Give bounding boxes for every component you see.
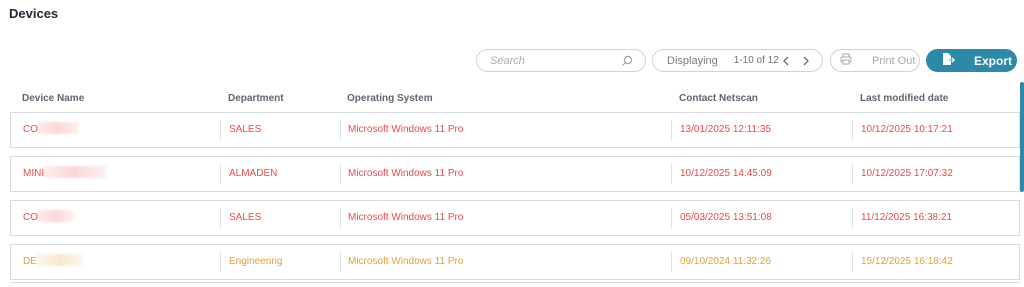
table-header: Device Name Department Operating System … xyxy=(10,88,1020,110)
column-header-contact-netscan[interactable]: Contact Netscan xyxy=(679,93,758,104)
chevron-left-icon[interactable] xyxy=(781,55,791,70)
search-icon[interactable] xyxy=(621,54,633,72)
print-button-label: Print Out xyxy=(872,54,916,67)
department-cell: SALES xyxy=(229,212,262,223)
search-box[interactable] xyxy=(476,49,646,72)
page-title: Devices xyxy=(9,6,59,21)
os-cell: Microsoft Windows 11 Pro xyxy=(348,124,464,135)
column-header-device-name[interactable]: Device Name xyxy=(22,93,84,104)
contact-netscan-cell: 13/01/2025 12:11:35 xyxy=(680,124,772,135)
chevron-right-icon[interactable] xyxy=(801,55,811,70)
department-cell: SALES xyxy=(229,124,262,135)
last-modified-cell: 10/12/2025 10:17:21 xyxy=(861,124,953,135)
os-cell: Microsoft Windows 11 Pro xyxy=(348,256,464,267)
device-name-cell: DE xyxy=(23,245,83,279)
device-name-cell: CO xyxy=(23,113,78,147)
export-icon xyxy=(941,52,955,69)
column-header-last-modified[interactable]: Last modified date xyxy=(860,93,948,104)
pagination: Displaying 1-10 of 12 xyxy=(652,49,823,72)
export-button-label: Export xyxy=(974,53,1013,68)
print-button[interactable]: Print Out xyxy=(830,49,920,72)
table-row[interactable]: CO SALES Microsoft Windows 11 Pro 05/03/… xyxy=(10,200,1020,236)
contact-netscan-cell: 05/03/2025 13:51:08 xyxy=(680,212,772,223)
pager-range: 1-10 of 12 xyxy=(733,55,779,66)
table-divider xyxy=(10,282,1020,283)
pager-label: Displaying xyxy=(667,54,718,67)
contact-netscan-cell: 09/10/2024 11:32:26 xyxy=(680,256,772,267)
column-header-department[interactable]: Department xyxy=(228,93,284,104)
table-row[interactable]: DE Engineering Microsoft Windows 11 Pro … xyxy=(10,244,1020,280)
os-cell: Microsoft Windows 11 Pro xyxy=(348,168,464,179)
table-row[interactable]: CO SALES Microsoft Windows 11 Pro 13/01/… xyxy=(10,112,1020,148)
device-name-cell: MINI xyxy=(23,157,107,191)
contact-netscan-cell: 10/12/2025 14:45:09 xyxy=(680,168,772,179)
printer-icon xyxy=(840,53,852,68)
table-row[interactable]: MINI ALMADEN Microsoft Windows 11 Pro 10… xyxy=(10,156,1020,192)
os-cell: Microsoft Windows 11 Pro xyxy=(348,212,464,223)
vertical-scrollbar[interactable] xyxy=(1020,82,1024,192)
last-modified-cell: 10/12/2025 17:07:32 xyxy=(861,168,953,179)
column-header-operating-system[interactable]: Operating System xyxy=(347,93,433,104)
search-input[interactable] xyxy=(490,54,610,67)
department-cell: ALMADEN xyxy=(229,168,278,179)
export-button[interactable]: Export xyxy=(926,49,1017,72)
last-modified-cell: 11/12/2025 16:38:21 xyxy=(861,212,953,223)
device-name-cell: CO xyxy=(23,201,74,235)
last-modified-cell: 15/12/2025 16:18:42 xyxy=(861,256,953,267)
department-cell: Engineering xyxy=(229,256,283,267)
